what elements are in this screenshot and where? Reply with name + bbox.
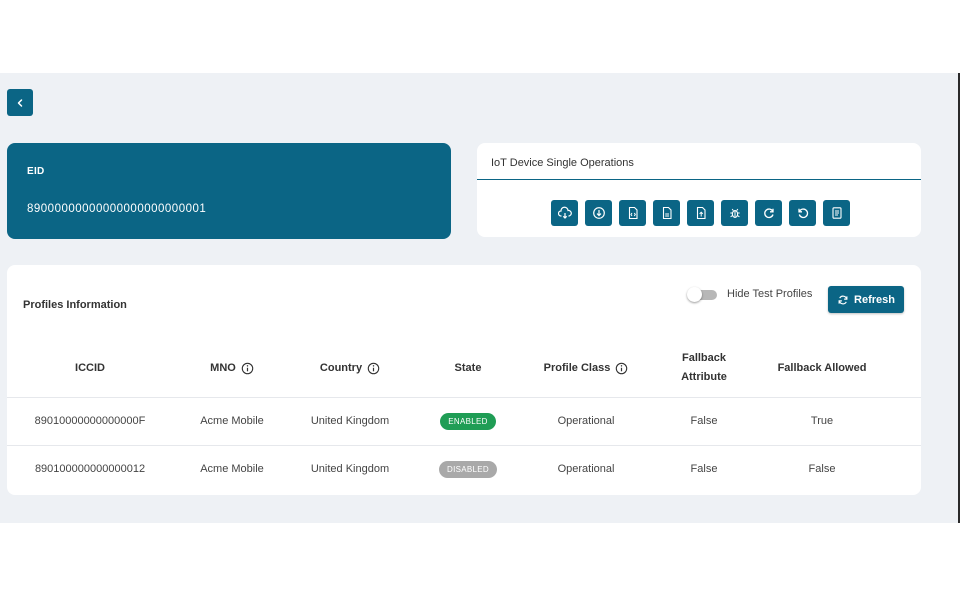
state-header-label: State	[454, 361, 482, 374]
profile-class-header-label: Profile Class	[543, 361, 611, 374]
file-export-icon	[696, 206, 706, 220]
cell-country: United Kingdom	[291, 444, 409, 493]
cell-profile-class: Operational	[527, 396, 645, 445]
op-undo-button[interactable]	[789, 200, 816, 226]
app-canvas: EID 89000000000000000000000001 IoT Devic…	[0, 73, 960, 523]
toggle-knob	[687, 287, 702, 302]
profiles-card: Profiles Information Hide Test Profiles …	[7, 265, 921, 495]
info-icon[interactable]	[615, 362, 628, 375]
column-header-iccid[interactable]: ICCID	[7, 340, 173, 397]
cell-iccid: 89010000000000000F	[7, 396, 173, 445]
cell-fallback-allowed: True	[763, 396, 881, 445]
op-file-code-button[interactable]	[619, 200, 646, 226]
download-circle-icon	[592, 207, 605, 219]
mno-header-label: MNO	[210, 361, 236, 374]
profiles-title: Profiles Information	[23, 299, 127, 311]
fallback-attribute-header-line2: Attribute	[681, 371, 727, 384]
cell-state: ENABLED	[409, 396, 527, 445]
cell-fallback-attribute: False	[645, 396, 763, 445]
device-operations-card: IoT Device Single Operations	[477, 143, 921, 237]
chevron-left-icon	[17, 98, 23, 107]
column-header-fallback-allowed[interactable]: Fallback Allowed	[763, 340, 881, 397]
file-code-icon	[628, 206, 638, 220]
hide-test-profiles-label: Hide Test Profiles	[727, 288, 813, 300]
refresh-button-label: Refresh	[854, 293, 895, 306]
cell-mno: Acme Mobile	[173, 444, 291, 493]
column-header-state[interactable]: State	[409, 340, 527, 397]
cell-state: DISABLED	[409, 444, 527, 493]
column-header-spacer	[881, 340, 921, 397]
op-debug-button[interactable]	[721, 200, 748, 226]
iccid-header-label: ICCID	[75, 361, 105, 374]
cell-iccid: 890100000000000012	[7, 444, 173, 493]
cell-mno: Acme Mobile	[173, 396, 291, 445]
hide-test-profiles-control: Hide Test Profiles	[687, 287, 813, 302]
file-icon	[662, 206, 672, 220]
op-file-button[interactable]	[653, 200, 680, 226]
back-button[interactable]	[7, 89, 33, 116]
refresh-icon	[763, 208, 774, 219]
cell-profile-class: Operational	[527, 444, 645, 493]
info-icon[interactable]	[241, 362, 254, 375]
info-icon[interactable]	[367, 362, 380, 375]
op-file-export-button[interactable]	[687, 200, 714, 226]
state-badge-enabled: ENABLED	[440, 412, 496, 430]
cloud-download-icon	[557, 206, 572, 219]
cell-spacer	[881, 396, 921, 445]
table-row[interactable]: 89010000000000000F Acme Mobile United Ki…	[7, 396, 921, 445]
table-row[interactable]: 890100000000000012 Acme Mobile United Ki…	[7, 444, 921, 493]
fallback-allowed-header-label: Fallback Allowed	[777, 361, 867, 374]
eid-label: EID	[27, 166, 45, 177]
operations-divider	[477, 179, 921, 180]
eid-value: 89000000000000000000000001	[27, 203, 207, 215]
op-download-button[interactable]	[585, 200, 612, 226]
op-document-list-button[interactable]	[823, 200, 850, 226]
list-document-icon	[831, 207, 842, 219]
cell-fallback-allowed: False	[763, 444, 881, 493]
column-header-fallback-attribute[interactable]: Fallback Attribute	[645, 340, 763, 397]
table-header-row: ICCID MNO Country State Profile Class Fa…	[7, 340, 921, 397]
profiles-table: ICCID MNO Country State Profile Class Fa…	[7, 340, 921, 493]
column-header-country[interactable]: Country	[291, 340, 409, 397]
operations-toolbar	[551, 200, 850, 226]
hide-test-profiles-toggle[interactable]	[687, 287, 718, 302]
cell-country: United Kingdom	[291, 396, 409, 445]
operations-title: IoT Device Single Operations	[491, 157, 634, 169]
state-badge-disabled: DISABLED	[439, 460, 497, 478]
cell-spacer	[881, 444, 921, 493]
cell-fallback-attribute: False	[645, 444, 763, 493]
bug-icon	[729, 208, 740, 218]
column-header-mno[interactable]: MNO	[173, 340, 291, 397]
column-header-profile-class[interactable]: Profile Class	[527, 340, 645, 397]
refresh-icon	[838, 295, 848, 304]
country-header-label: Country	[319, 361, 363, 374]
undo-icon	[797, 208, 808, 219]
fallback-attribute-header-line1: Fallback	[681, 352, 727, 365]
op-cloud-download-button[interactable]	[551, 200, 578, 226]
refresh-button[interactable]: Refresh	[828, 286, 904, 313]
op-refresh-button[interactable]	[755, 200, 782, 226]
eid-card: EID 89000000000000000000000001	[7, 143, 451, 239]
